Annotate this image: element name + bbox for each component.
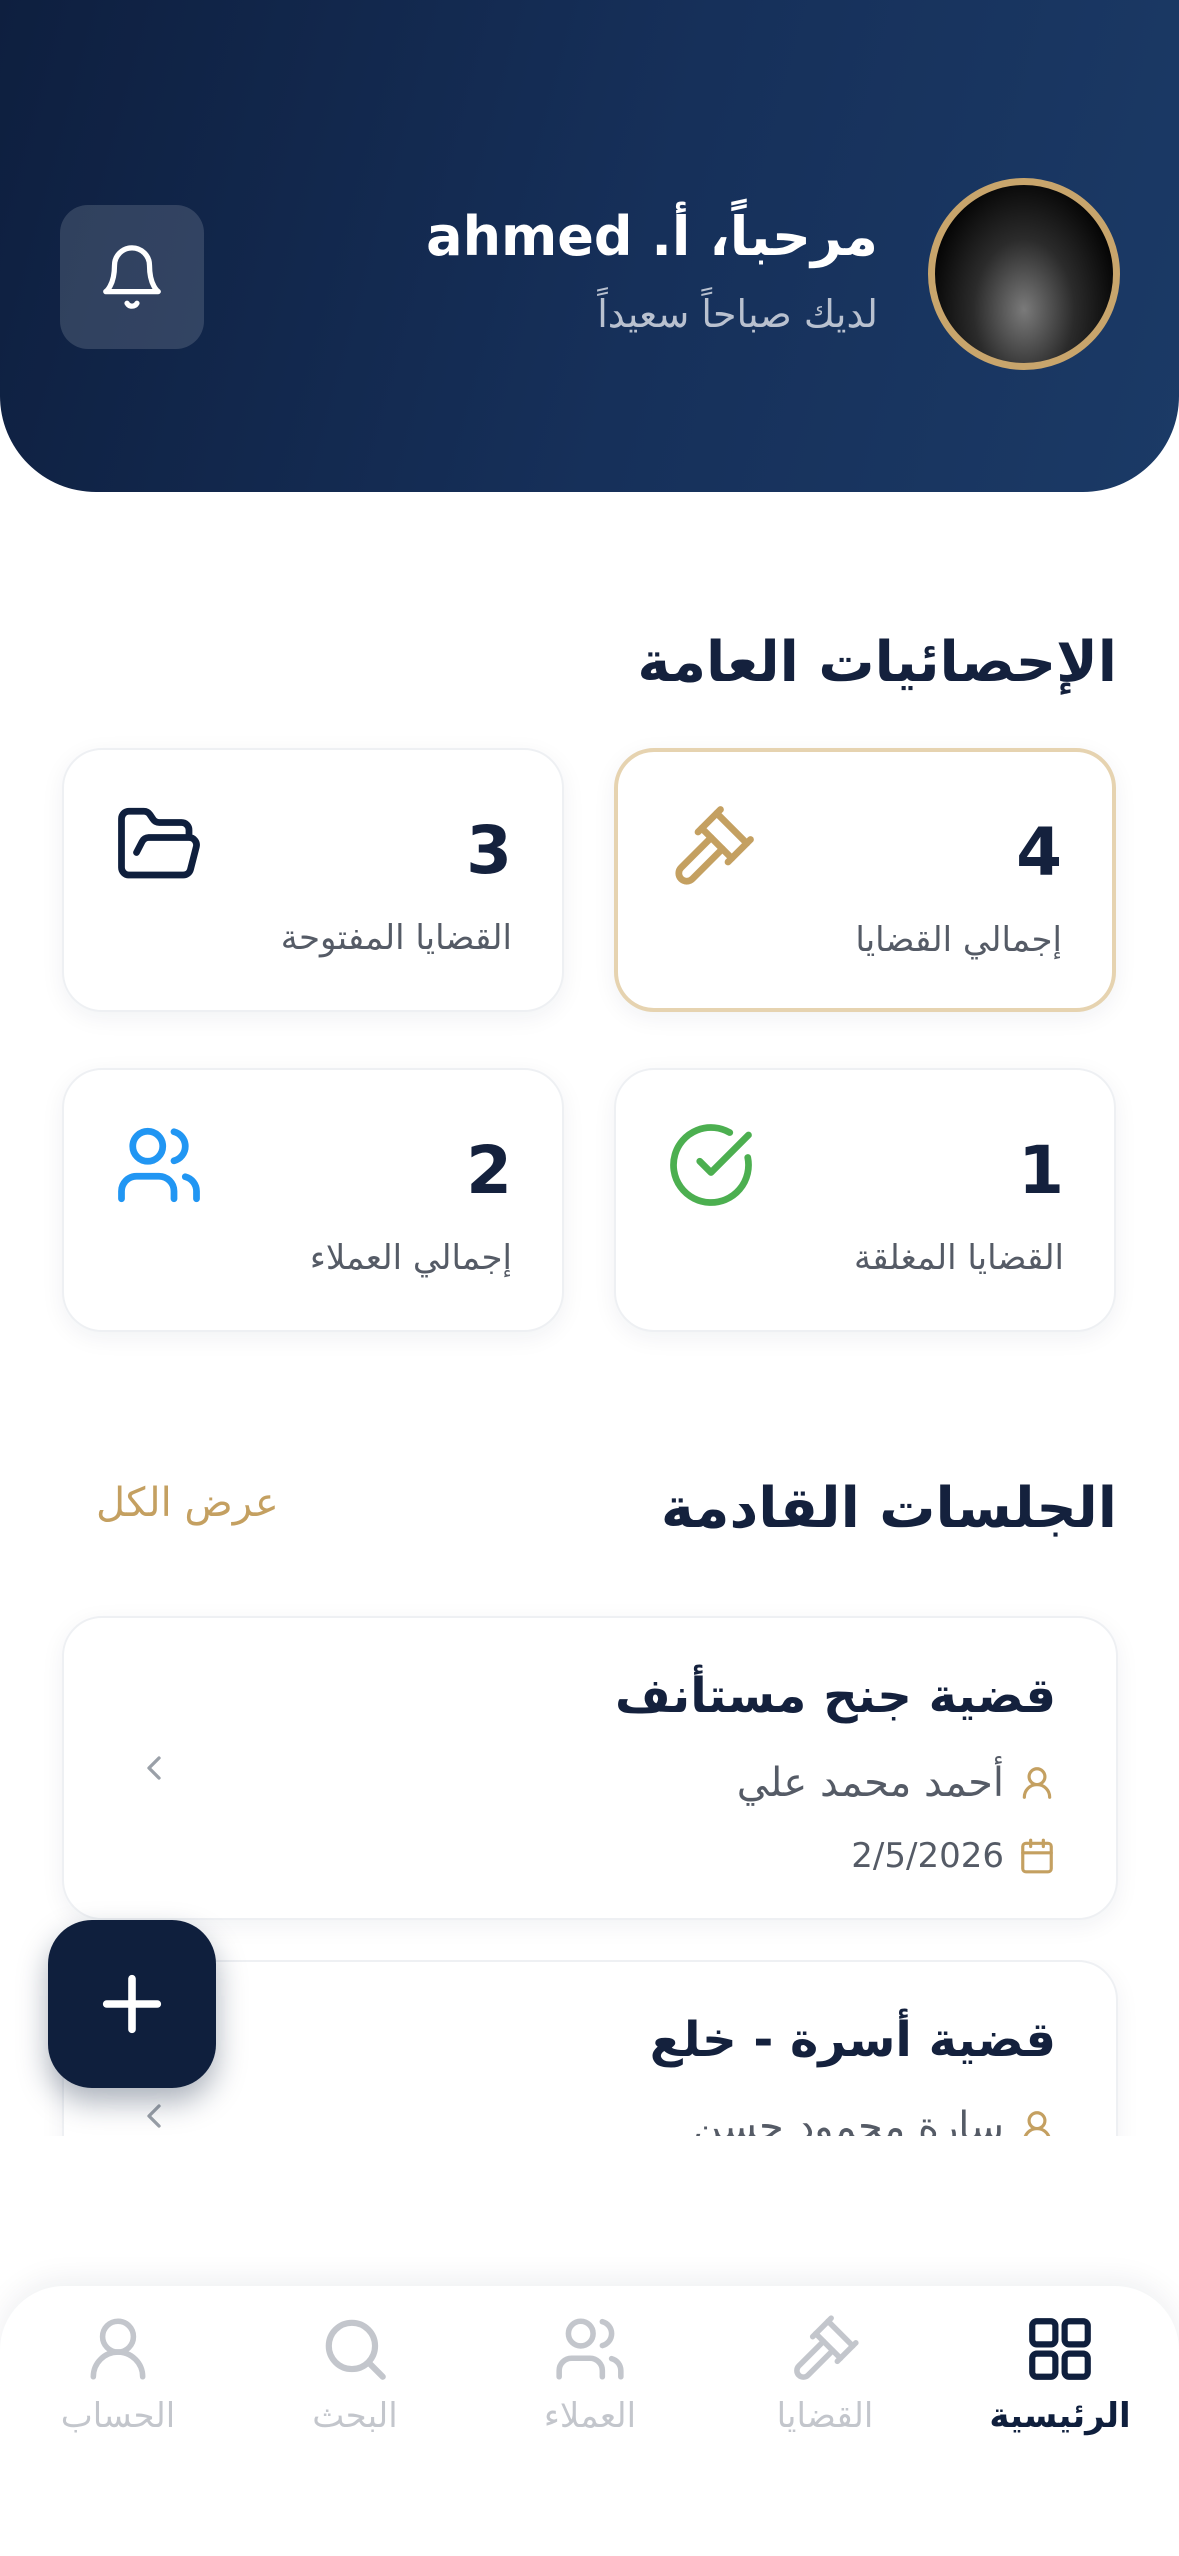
nav-label: الحساب — [60, 2396, 176, 2436]
nav-label: القضايا — [776, 2396, 874, 2436]
nav-label: العملاء — [543, 2396, 637, 2436]
user-icon — [1023, 2111, 1051, 2136]
nav-item-clients[interactable]: العملاء — [490, 2312, 690, 2472]
bottom-nav: الرئيسية القضايا العملاء البحث الحساب — [0, 2286, 1179, 2556]
search-icon — [325, 2319, 386, 2380]
nav-label: البحث — [312, 2396, 398, 2436]
nav-item-account[interactable]: الحساب — [18, 2312, 218, 2472]
nav-item-search[interactable]: البحث — [255, 2312, 455, 2472]
header: مرحباً، أ. ahmed لديك صباحاً سعيداً — [0, 0, 1179, 492]
folder-open-icon — [118, 807, 200, 879]
stat-value: 3 — [466, 812, 512, 889]
gavel-icon — [794, 2315, 859, 2380]
user-icon — [90, 2318, 146, 2380]
user-icon — [1022, 1767, 1052, 1799]
greeting-title: مرحباً، أ. ahmed — [426, 205, 878, 268]
session-date-row: 2/5/2026 — [851, 1836, 1056, 1876]
session-client: سارة محمود حسن — [692, 2104, 1004, 2136]
session-client-row: سارة محمود حسن — [693, 2104, 1056, 2136]
stat-label: القضايا المغلقة — [853, 1238, 1064, 1278]
greeting-subtitle: لديك صباحاً سعيداً — [597, 292, 878, 336]
gavel-icon — [675, 806, 754, 885]
session-card[interactable]: قضية جنح مستأنف أحمد محمد علي 2/5/2026 — [62, 1616, 1118, 1920]
session-client: أحمد محمد علي — [736, 1760, 1004, 1806]
session-card[interactable]: قضية أسرة - خلع سارة محمود حسن — [62, 1960, 1118, 2136]
stat-label: القضايا المفتوحة — [280, 918, 512, 958]
nav-item-cases[interactable]: القضايا — [725, 2312, 925, 2472]
bell-icon — [103, 245, 161, 309]
stats-section-title: الإحصائيات العامة — [637, 630, 1117, 695]
stat-card-open-cases[interactable]: 3 القضايا المفتوحة — [62, 748, 564, 1012]
calendar-icon — [1021, 1838, 1053, 1874]
session-title: قضية أسرة - خلع — [649, 2012, 1056, 2068]
chevron-left-icon — [147, 1756, 161, 1780]
users-icon — [556, 2318, 624, 2380]
session-title: قضية جنح مستأنف — [615, 1668, 1056, 1724]
plus-icon — [102, 1974, 162, 2034]
stat-value: 1 — [1018, 1132, 1064, 1209]
stat-card-closed-cases[interactable]: 1 القضايا المغلقة — [614, 1068, 1116, 1332]
users-icon — [118, 1127, 200, 1203]
add-button[interactable] — [48, 1920, 216, 2088]
nav-label: الرئيسية — [989, 2396, 1131, 2436]
view-all-link[interactable]: عرض الكل — [96, 1480, 279, 1526]
stat-value: 4 — [1016, 814, 1062, 891]
session-date: 2/5/2026 — [851, 1836, 1004, 1876]
stat-card-total-clients[interactable]: 2 إجمالي العملاء — [62, 1068, 564, 1332]
check-circle-icon — [670, 1124, 752, 1206]
session-client-row: أحمد محمد علي — [737, 1760, 1056, 1806]
sessions-section-title: الجلسات القادمة — [660, 1476, 1117, 1541]
nav-item-home[interactable]: الرئيسية — [960, 2312, 1160, 2472]
stat-card-total-cases[interactable]: 4 إجمالي القضايا — [614, 748, 1116, 1012]
chevron-left-icon — [147, 2104, 161, 2128]
stat-value: 2 — [466, 1132, 512, 1209]
avatar[interactable] — [928, 178, 1120, 370]
notifications-button[interactable] — [60, 205, 204, 349]
grid-icon — [1029, 2318, 1091, 2380]
stat-label: إجمالي القضايا — [855, 920, 1062, 960]
stat-label: إجمالي العملاء — [309, 1238, 512, 1278]
